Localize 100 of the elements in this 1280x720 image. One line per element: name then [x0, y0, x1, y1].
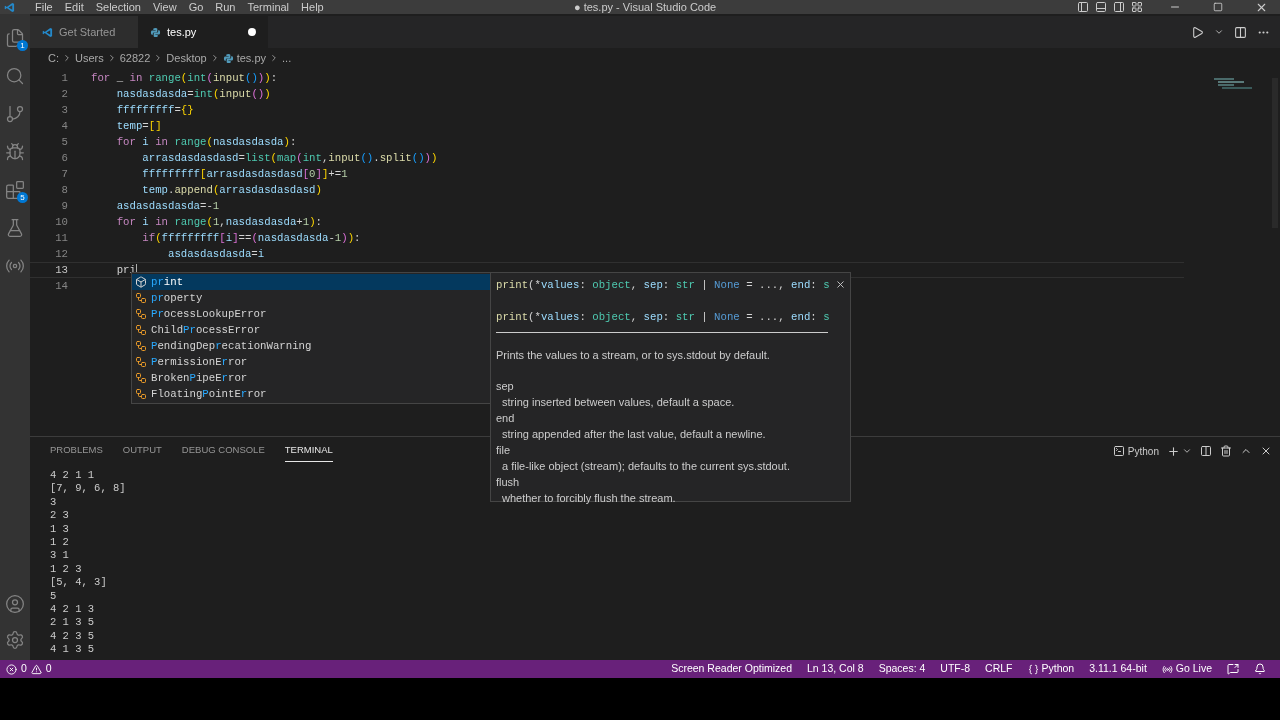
- vscode-logo-icon: [4, 1, 15, 13]
- class-icon: [135, 356, 147, 368]
- param-description: a file-like object (stream); defaults to the current sys.stdout.: [501, 458, 791, 474]
- toggle-sidebar-icon[interactable]: [1077, 1, 1089, 13]
- terminal-line: 2 3: [50, 509, 69, 523]
- chevron-right-icon: [62, 53, 72, 63]
- interpreter-version[interactable]: 3.11.1 64-bit: [1089, 661, 1147, 677]
- suggestion-label: ProcessLookupError: [151, 307, 267, 322]
- status-item[interactable]: UTF-8: [940, 661, 971, 677]
- bell-icon[interactable]: [1254, 663, 1266, 675]
- window-title: ● tes.py - Visual Studio Code: [574, 0, 717, 15]
- suggestion-item[interactable]: FloatingPointError: [132, 386, 490, 402]
- editor-tab[interactable]: Get Started: [30, 16, 138, 48]
- flask-icon[interactable]: [5, 218, 25, 238]
- toggle-panel-icon[interactable]: [1095, 1, 1107, 13]
- status-item[interactable]: Screen Reader Optimized: [671, 661, 792, 677]
- run-icon[interactable]: [1191, 25, 1204, 39]
- settings-icon[interactable]: [5, 630, 25, 650]
- breadcrumb-item[interactable]: Users: [75, 49, 104, 67]
- param-name: file: [496, 442, 512, 458]
- menu-item[interactable]: Help: [295, 0, 330, 16]
- panel-tab[interactable]: PROBLEMS: [50, 440, 103, 462]
- terminal-line: 5: [50, 589, 57, 603]
- close-panel-icon[interactable]: [1260, 445, 1272, 457]
- suggestion-item[interactable]: BrokenPipeError: [132, 370, 490, 386]
- terminal-name[interactable]: Python: [1127, 443, 1159, 459]
- files-icon[interactable]: [5, 28, 25, 48]
- terminal-line: 4 2 3 5: [50, 629, 95, 644]
- code-line: asdasdasdasda=i: [166, 247, 265, 262]
- terminal-line: [5, 4, 3]: [50, 576, 107, 590]
- close-icon[interactable]: [835, 279, 846, 290]
- param-description: whether to forcibly flush the stream.: [501, 490, 677, 506]
- panel-tab[interactable]: DEBUG CONSOLE: [181, 440, 265, 462]
- breadcrumb-item[interactable]: tes.py: [236, 49, 267, 67]
- line-number: 1: [60, 71, 69, 86]
- line-number: 10: [54, 215, 69, 230]
- suggestion-label: PermissionError: [151, 355, 248, 370]
- panel-tab[interactable]: TERMINAL: [284, 440, 333, 462]
- class-icon: [135, 372, 147, 384]
- suggestion-item[interactable]: PermissionError: [132, 354, 490, 370]
- menu-item[interactable]: View: [146, 0, 183, 16]
- menu-item[interactable]: Edit: [58, 0, 90, 16]
- feedback-icon[interactable]: [1227, 663, 1239, 675]
- line-number: 5: [60, 135, 69, 150]
- suggestion-item[interactable]: ProcessLookupError: [132, 306, 490, 322]
- param-name: flush: [496, 474, 521, 490]
- status-item[interactable]: Ln 13, Col 8: [807, 661, 864, 677]
- function-signature: print(*values: object, sep: str | None = ..., end: s: [496, 310, 830, 326]
- menu-item[interactable]: Terminal: [241, 0, 296, 16]
- vscode-logo-icon: [42, 26, 53, 38]
- add-terminal-icon[interactable]: [1167, 444, 1180, 458]
- search-icon[interactable]: [5, 66, 25, 86]
- breadcrumb-item[interactable]: Desktop: [166, 49, 207, 67]
- braces-icon: [1027, 663, 1039, 675]
- menu-item[interactable]: File: [29, 0, 59, 16]
- restore-icon[interactable]: [1213, 2, 1223, 12]
- line-number: 12: [54, 247, 69, 262]
- suggestion-item[interactable]: print: [132, 274, 490, 290]
- terminal-line: 1 2 3: [50, 562, 82, 577]
- code-line: temp=[]: [115, 119, 162, 134]
- param-name: sep: [496, 378, 515, 394]
- menu-item[interactable]: Run: [209, 0, 242, 16]
- breadcrumb-item[interactable]: C:: [48, 49, 59, 67]
- suggestion-item[interactable]: PendingDeprecationWarning: [132, 338, 490, 354]
- menu-item[interactable]: Go: [182, 0, 210, 16]
- status-item[interactable]: CRLF: [985, 661, 1013, 677]
- code-line: fffffffff[arrasdasdasdasd[0]]+=1: [141, 167, 348, 182]
- breadcrumb-item[interactable]: 62822: [119, 49, 151, 67]
- breadcrumb-item[interactable]: ...: [282, 49, 292, 67]
- panel-tab[interactable]: OUTPUT: [122, 440, 162, 462]
- trash-icon[interactable]: [1220, 445, 1232, 457]
- terminal-line: 3: [50, 495, 57, 510]
- suggestion-item[interactable]: ChildProcessError: [132, 322, 490, 338]
- toggle-secondary-sidebar-icon[interactable]: [1113, 1, 1125, 13]
- suggestion-item[interactable]: property: [132, 290, 490, 306]
- line-number: 6: [60, 151, 69, 166]
- account-icon[interactable]: [5, 594, 25, 614]
- line-number: 14: [54, 279, 69, 294]
- language-mode[interactable]: Python: [1041, 661, 1075, 677]
- editor-tab[interactable]: tes.py: [138, 16, 268, 48]
- status-item[interactable]: Spaces: 4: [878, 661, 926, 677]
- layout-icon[interactable]: [1131, 1, 1143, 13]
- code-line: arrasdasdasdasd=list(map(int,input().split())): [141, 151, 438, 166]
- line-number: 11: [54, 231, 69, 246]
- notification-badge: 1: [17, 40, 28, 51]
- chevron-down-icon[interactable]: [1214, 27, 1224, 37]
- extensions-icon[interactable]: [5, 180, 25, 200]
- doc-summary: Prints the values to a stream, or to sys.stdout by default.: [496, 348, 771, 364]
- error-count[interactable]: 0: [21, 661, 27, 677]
- source-control-icon[interactable]: [5, 104, 25, 124]
- python-icon: [222, 52, 234, 64]
- warning-count[interactable]: 0: [45, 661, 52, 677]
- terminal-icon: [1112, 445, 1125, 457]
- split-terminal-icon[interactable]: [1200, 445, 1212, 457]
- run-debug-icon[interactable]: [5, 142, 25, 162]
- class-icon: [135, 388, 147, 400]
- menu-item[interactable]: Selection: [89, 0, 147, 16]
- chevron-down-icon[interactable]: [1182, 446, 1192, 456]
- split-editor-icon[interactable]: [1234, 25, 1247, 39]
- go-live-button[interactable]: Go Live: [1175, 661, 1212, 677]
